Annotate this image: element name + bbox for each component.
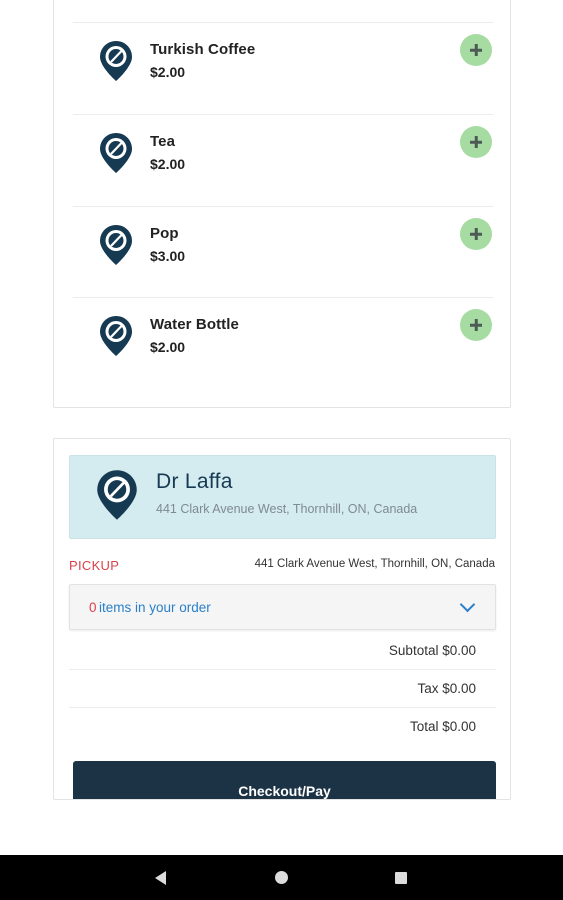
system-navigation-bar	[0, 855, 563, 900]
recents-square-icon[interactable]	[395, 872, 407, 884]
store-location-icon	[96, 469, 138, 521]
checkout-pay-button[interactable]: Checkout/Pay	[73, 761, 496, 799]
pickup-label: PICKUP	[69, 558, 120, 573]
location-pin-icon	[99, 40, 133, 82]
add-item-button[interactable]	[460, 34, 492, 66]
pickup-address: 441 Clark Avenue West, Thornhill, ON, Ca…	[254, 558, 495, 570]
order-summary-card: Dr Laffa 441 Clark Avenue West, Thornhil…	[53, 438, 511, 800]
chevron-down-icon	[459, 596, 476, 613]
add-item-button[interactable]	[460, 126, 492, 158]
menu-item: Tea $2.00	[73, 114, 493, 205]
add-item-button[interactable]	[460, 218, 492, 250]
item-name: Pop	[150, 225, 179, 242]
home-circle-icon[interactable]	[275, 871, 288, 884]
menu-item: Pop $3.00	[73, 206, 493, 297]
add-item-button[interactable]	[460, 309, 492, 341]
store-name: Dr Laffa	[156, 470, 233, 493]
item-name: Water Bottle	[150, 316, 239, 333]
item-name: Tea	[150, 133, 176, 150]
item-price: $2.00	[150, 339, 186, 355]
order-items-toggle[interactable]: 0 items in your order	[69, 584, 496, 630]
subtotal-text: Subtotal $0.00	[388, 643, 476, 658]
back-triangle-icon[interactable]	[155, 871, 166, 885]
menu-items-card: Turkish Coffee $2.00 Tea $2.00 Pop $3.00…	[53, 0, 511, 408]
tax-text: Tax $0.00	[417, 681, 476, 696]
item-price: $3.00	[150, 248, 186, 264]
location-pin-icon	[99, 224, 133, 266]
item-name: Turkish Coffee	[150, 41, 256, 58]
subtotal-row: Subtotal $0.00	[69, 632, 496, 670]
menu-item: Water Bottle $2.00	[73, 297, 493, 388]
menu-item: Turkish Coffee $2.00	[73, 22, 493, 113]
items-count: 0	[89, 600, 97, 615]
store-address: 441 Clark Avenue West, Thornhill, ON, Ca…	[156, 502, 418, 516]
total-row: Total $0.00	[69, 708, 496, 746]
location-pin-icon	[99, 132, 133, 174]
tax-row: Tax $0.00	[69, 670, 496, 708]
store-info: Dr Laffa 441 Clark Avenue West, Thornhil…	[69, 455, 496, 539]
item-price: $2.00	[150, 156, 186, 172]
total-text: Total $0.00	[409, 719, 476, 734]
item-price: $2.00	[150, 64, 186, 80]
items-label: items in your order	[99, 600, 211, 615]
location-pin-icon	[99, 315, 133, 357]
